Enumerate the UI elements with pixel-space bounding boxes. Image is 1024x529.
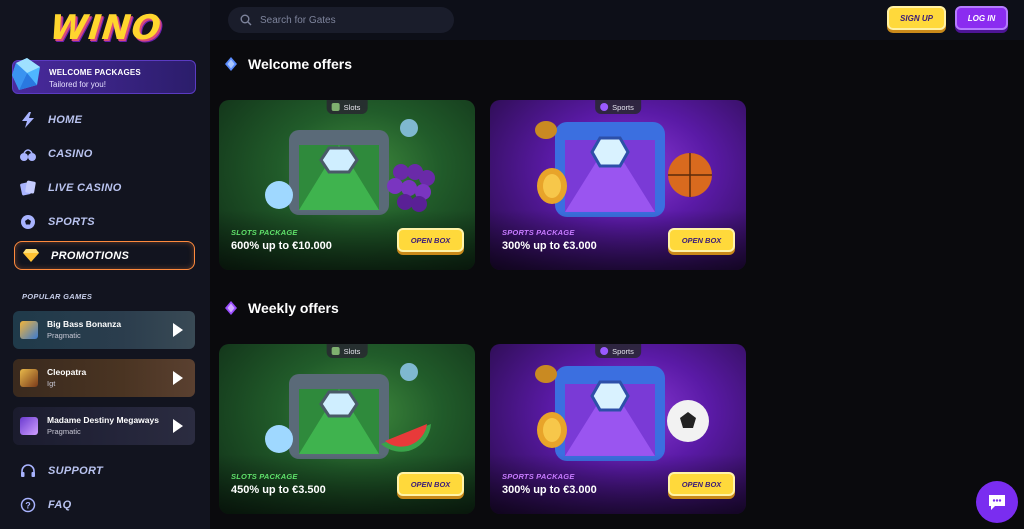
game-thumbnail <box>20 417 38 435</box>
section-title: Welcome offers <box>248 56 352 72</box>
nav-item-casino[interactable]: CASINO <box>18 142 198 166</box>
popular-games-label: POPULAR GAMES <box>22 292 93 301</box>
top-bar: SIGN UP LOG IN <box>210 0 1024 40</box>
game-provider: Pragmatic <box>47 331 81 340</box>
section-header-welcome-offers: Welcome offers <box>224 56 352 72</box>
nav-item-promotions[interactable]: PROMOTIONS <box>14 241 195 270</box>
card-tag: Slots <box>326 344 368 358</box>
game-provider: Pragmatic <box>47 427 81 436</box>
sports-ball-icon <box>600 103 609 111</box>
blue-diamond-icon <box>225 57 237 71</box>
search-input[interactable] <box>260 14 440 26</box>
play-icon[interactable] <box>173 323 183 337</box>
search-icon <box>240 14 252 26</box>
game-provider: Igt <box>47 379 56 388</box>
game-thumbnail <box>20 369 38 387</box>
game-title: Madame Destiny Megaways <box>47 415 159 425</box>
sidebar: WINO WELCOME PACKAGES Tailored for you! … <box>0 0 210 529</box>
game-card-madame-destiny-megaways[interactable]: Madame Destiny Megaways Pragmatic <box>13 407 195 445</box>
svg-text:?: ? <box>25 501 31 511</box>
game-card-cleopatra[interactable]: Cleopatra Igt <box>13 359 195 397</box>
chat-button[interactable] <box>976 481 1018 523</box>
play-icon[interactable] <box>173 419 183 433</box>
soccer-ball-icon <box>18 212 38 232</box>
card-tag: Sports <box>595 100 641 114</box>
nav-label: FAQ <box>48 499 72 511</box>
nav-label: PROMOTIONS <box>51 249 130 262</box>
open-box-button[interactable]: OPEN BOX <box>397 472 464 496</box>
package-offer: 300% up to €3.000 <box>502 240 597 252</box>
nav-label: SPORTS <box>48 216 95 228</box>
sports-ball-icon <box>600 347 609 355</box>
search-bar[interactable] <box>228 7 454 33</box>
slot-machine-icon <box>331 347 340 355</box>
card-tag: Slots <box>326 100 368 114</box>
question-icon: ? <box>18 495 38 515</box>
sign-up-button[interactable]: SIGN UP <box>887 6 946 30</box>
nav-item-sports[interactable]: SPORTS <box>18 210 198 234</box>
open-box-button[interactable]: OPEN BOX <box>397 228 464 252</box>
play-icon[interactable] <box>173 371 183 385</box>
offer-card-sports-welcome[interactable]: Sports SPORTS PACKAGE 300% up to €3.000 … <box>490 100 746 270</box>
section-header-weekly-offers: Weekly offers <box>224 300 339 316</box>
welcome-packages-banner[interactable]: WELCOME PACKAGES Tailored for you! <box>12 58 196 94</box>
game-card-big-bass-bonanza[interactable]: Big Bass Bonanza Pragmatic <box>13 311 195 349</box>
game-thumbnail <box>20 321 38 339</box>
nav-item-faq[interactable]: ? FAQ <box>18 493 198 517</box>
card-tag-label: Sports <box>612 102 634 112</box>
card-tag-label: Slots <box>343 102 361 112</box>
package-offer: 300% up to €3.000 <box>502 484 597 496</box>
package-title: SPORTS PACKAGE <box>502 228 575 237</box>
nav-label: SUPPORT <box>48 465 104 477</box>
nav-label: LIVE CASINO <box>48 182 122 194</box>
logo[interactable]: WINO <box>48 8 164 48</box>
offer-card-slots-welcome[interactable]: Slots SLOTS PACKAGE 600% up to €10.000 O… <box>219 100 475 270</box>
package-offer: 600% up to €10.000 <box>231 240 332 252</box>
chat-bubble-icon <box>989 495 1005 510</box>
lightning-icon <box>18 110 38 130</box>
package-title: SLOTS PACKAGE <box>231 228 298 237</box>
package-offer: 450% up to €3.500 <box>231 484 326 496</box>
purple-diamond-icon <box>225 301 237 315</box>
nav-item-support[interactable]: SUPPORT <box>18 459 198 483</box>
nav-label: HOME <box>48 114 83 126</box>
welcome-title: WELCOME PACKAGES <box>49 68 141 77</box>
offer-card-slots-weekly[interactable]: Slots SLOTS PACKAGE 450% up to €3.500 OP… <box>219 344 475 514</box>
open-box-button[interactable]: OPEN BOX <box>668 472 735 496</box>
card-tag: Sports <box>595 344 641 358</box>
nav-label: CASINO <box>48 148 93 160</box>
welcome-subtitle: Tailored for you! <box>49 80 106 89</box>
nav-item-home[interactable]: HOME <box>18 108 198 132</box>
slot-machine-icon <box>331 103 340 111</box>
cards-icon <box>18 178 38 198</box>
game-title: Big Bass Bonanza <box>47 319 122 329</box>
card-tag-label: Slots <box>343 346 361 356</box>
headset-icon <box>18 461 38 481</box>
package-title: SLOTS PACKAGE <box>231 472 298 481</box>
section-title: Weekly offers <box>248 300 339 316</box>
package-title: SPORTS PACKAGE <box>502 472 575 481</box>
log-in-button[interactable]: LOG IN <box>955 6 1008 30</box>
diamond-icon <box>21 246 41 266</box>
offer-card-sports-weekly[interactable]: Sports SPORTS PACKAGE 300% up to €3.000 … <box>490 344 746 514</box>
open-box-button[interactable]: OPEN BOX <box>668 228 735 252</box>
game-title: Cleopatra <box>47 367 87 377</box>
card-tag-label: Sports <box>612 346 634 356</box>
crystal-gem-icon <box>12 58 40 90</box>
cherries-icon <box>18 144 38 164</box>
nav-item-live-casino[interactable]: LIVE CASINO <box>18 176 198 200</box>
app-root: WINO WELCOME PACKAGES Tailored for you! … <box>0 0 1024 529</box>
